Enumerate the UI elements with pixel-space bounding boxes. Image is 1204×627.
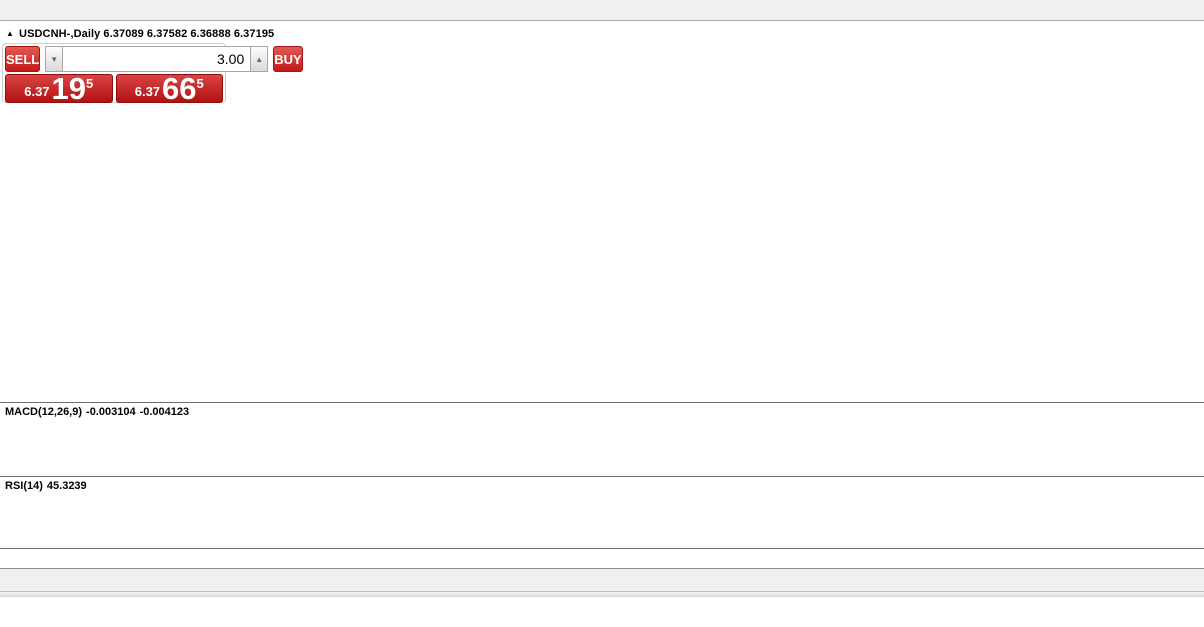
date-axis[interactable] [0, 549, 1204, 567]
timeframe-toolbar [0, 0, 1204, 21]
rsi-label: RSI(14) 45.3239 [5, 480, 87, 492]
ohlc-close: 6.37195 [233, 28, 275, 40]
sell-price-prefix: 6.37 [24, 84, 50, 99]
ohlc-low: 6.36888 [190, 28, 231, 40]
buy-price-prefix: 6.37 [134, 84, 161, 99]
sell-price-big: 19 [51, 74, 87, 103]
sell-price-box[interactable]: 6.37 19 5 [5, 74, 113, 103]
chart-tab-bar [0, 568, 1204, 591]
chart-symbol-label: USDCNH-,Daily [19, 28, 101, 40]
ohlc-open: 6.37089 [103, 28, 144, 40]
sell-price-sup: 5 [86, 76, 94, 91]
buy-price-box[interactable]: 6.37 66 5 [115, 74, 223, 103]
macd-label: MACD(12,26,9) -0.003104 -0.004123 [5, 406, 190, 418]
macd-pane: MACD(12,26,9) -0.003104 -0.004123 [0, 403, 1204, 477]
main-chart-pane: ▲ USDCNH-,Daily 6.37089 6.37582 6.36888 6.371… [0, 21, 1204, 403]
chart-window: ▲ USDCNH-,Daily 6.37089 6.37582 6.36888 6.371… [0, 21, 1204, 568]
rsi-pane: RSI(14) 45.3239 [0, 477, 1204, 549]
spin-up-icon: ▲ [255, 54, 264, 64]
buy-price-sup: 5 [196, 76, 204, 91]
chart-ohlc-title: ▲ USDCNH-,Daily 6.37089 6.37582 6.36888 6.371… [6, 28, 277, 40]
collapse-panel-icon[interactable]: ▲ [6, 29, 14, 38]
volume-input[interactable] [63, 46, 251, 72]
volume-increase-button[interactable]: ▲ [250, 46, 269, 72]
sell-button[interactable]: SELL [5, 46, 41, 72]
buy-price-big: 66 [162, 74, 197, 103]
rsi-value: 45.3239 [46, 480, 87, 492]
ohlc-high: 6.37582 [146, 28, 188, 40]
macd-signal-value: -0.004123 [139, 406, 190, 418]
macd-main-value: -0.003104 [86, 406, 136, 418]
spin-down-icon: ▼ [50, 54, 59, 64]
volume-decrease-button[interactable]: ▼ [45, 46, 64, 72]
status-strip [0, 591, 1204, 597]
buy-button[interactable]: BUY [273, 46, 303, 72]
one-click-trading-panel: SELL ▼ ▲ BUY 6.37 19 5 6.37 66 5 [2, 43, 303, 103]
